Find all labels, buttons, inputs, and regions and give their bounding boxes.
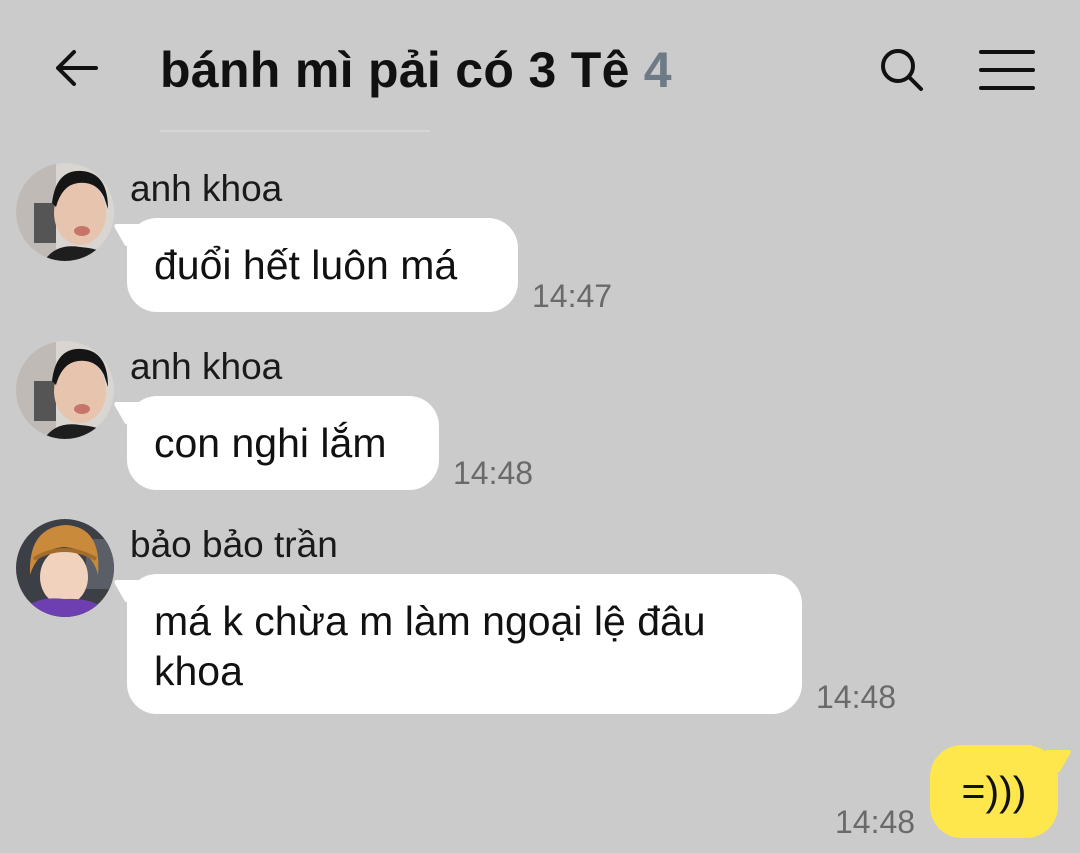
message-text-line: má k chừa m làm ngoại lệ đâu (154, 598, 706, 644)
back-arrow-icon (56, 50, 98, 86)
chat-title-area[interactable]: bánh mì pải có 3 Tê 4 (160, 38, 672, 102)
hamburger-menu-icon (979, 50, 1035, 90)
member-count: 4 (643, 42, 672, 98)
message-text: đuổi hết luôn má (154, 242, 458, 288)
own-message-time: 14:48 (835, 804, 916, 840)
message-bubble[interactable]: má k chừa m làm ngoại lệ đâu khoa (127, 574, 802, 714)
message-time: 14:47 (532, 278, 613, 314)
search-icon (881, 49, 923, 91)
message-bubble[interactable]: con nghi lắm (127, 396, 439, 490)
message-text-line: khoa (154, 648, 243, 694)
search-button[interactable] (872, 40, 932, 100)
message-time: 14:48 (816, 679, 897, 715)
back-button[interactable] (48, 40, 104, 96)
avatar-bao-bao-tran[interactable] (16, 519, 114, 617)
header-divider (160, 130, 430, 132)
chat-header: bánh mì pải có 3 Tê 4 (0, 0, 1080, 140)
message-text: con nghi lắm (154, 420, 387, 466)
own-message-bubble[interactable]: =))) (930, 745, 1058, 838)
avatar-anh-khoa[interactable] (16, 341, 114, 439)
sender-name: bảo bảo trần (130, 524, 338, 565)
sender-name: anh khoa (130, 346, 283, 387)
message-bubble[interactable]: đuổi hết luôn má (127, 218, 518, 312)
profile-photo-icon (16, 163, 114, 261)
menu-button[interactable] (972, 40, 1042, 100)
sender-name: anh khoa (130, 168, 283, 209)
avatar-anh-khoa[interactable] (16, 163, 114, 261)
profile-photo-icon (16, 519, 114, 617)
message-time: 14:48 (453, 455, 534, 491)
own-message-text: =))) (961, 768, 1027, 814)
chat-title: bánh mì pải có 3 Tê (160, 42, 630, 98)
profile-photo-icon (16, 341, 114, 439)
